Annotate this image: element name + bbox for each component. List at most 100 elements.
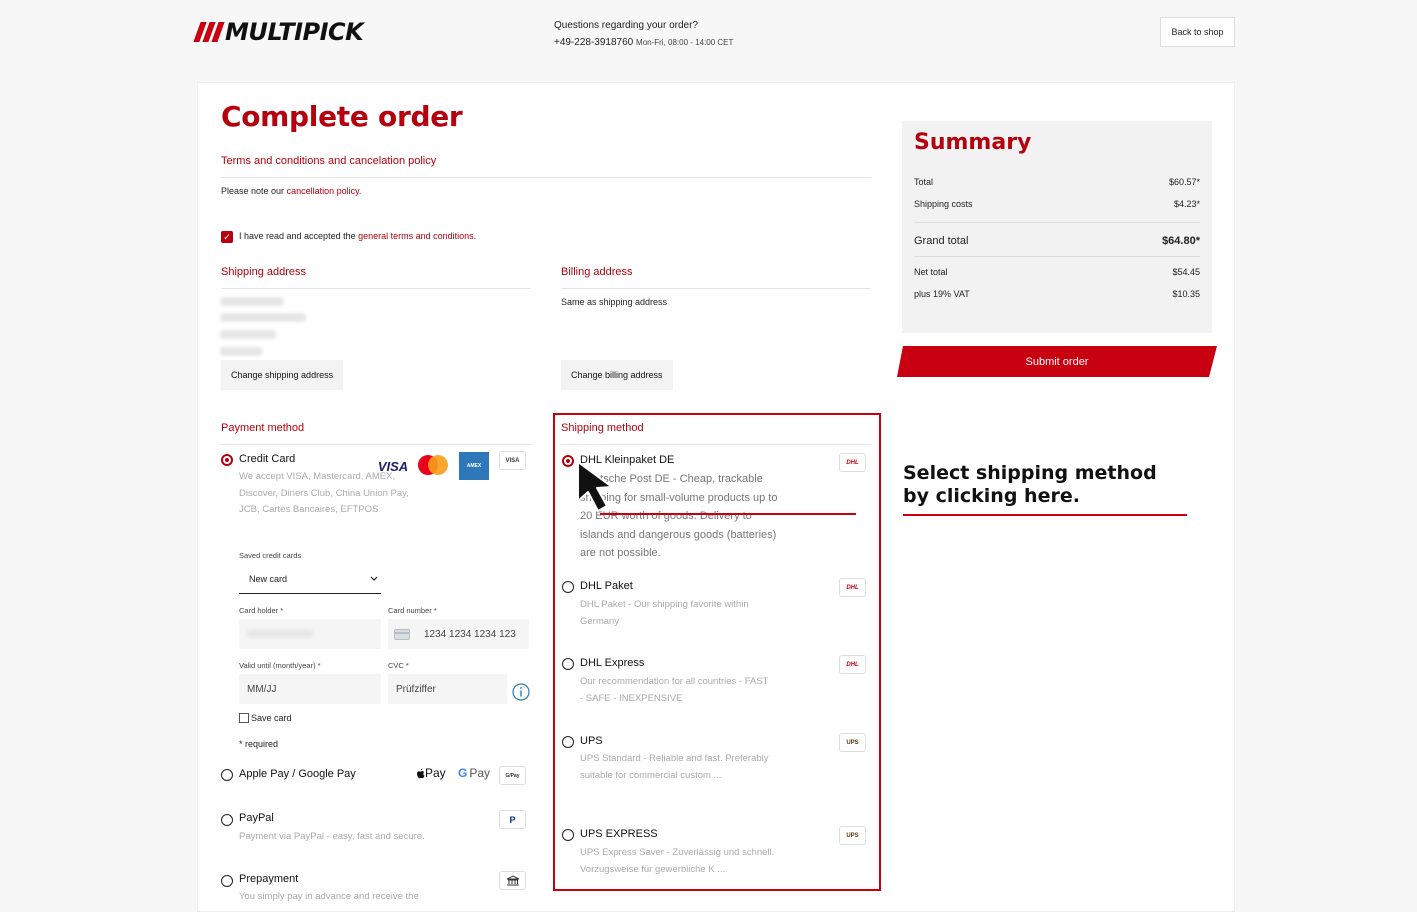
instruction-line-2: by clicking here.	[903, 485, 1080, 507]
amex-icon: AMEX	[459, 452, 489, 480]
instruction-line-1: Select shipping method	[903, 462, 1157, 484]
valid-until-placeholder: MM/JJ	[247, 683, 277, 695]
prepayment-radio[interactable]	[221, 875, 233, 887]
instruction-callout: Select shipping method by clicking here.	[903, 462, 1157, 508]
save-card-checkbox[interactable]	[239, 713, 249, 723]
billing-address-heading: Billing address	[561, 266, 633, 278]
summary-net-value: $54.45	[1172, 267, 1200, 277]
card-holder-label: Card holder *	[239, 606, 284, 615]
summary-net-row: Net total $54.45	[914, 267, 1200, 277]
mastercard-icon	[416, 452, 450, 478]
mouse-cursor-icon	[577, 461, 613, 512]
divider	[914, 256, 1200, 257]
contact-phone[interactable]: +49-228-3918760	[554, 37, 633, 48]
card-icon	[394, 628, 410, 640]
terms-checkbox[interactable]: ✓	[221, 231, 233, 243]
cancellation-note: Please note our cancellation policy.	[221, 186, 361, 196]
redacted-address-line	[220, 347, 262, 356]
required-note: * required	[239, 739, 279, 749]
apple-pay-text: Pay	[425, 766, 446, 780]
submit-order-button[interactable]: Submit order	[897, 346, 1217, 377]
cvc-placeholder: Prüfziffer	[396, 683, 436, 695]
credit-card-label[interactable]: Credit Card	[239, 453, 295, 465]
summary-shipping-row: Shipping costs $4.23*	[914, 199, 1200, 209]
top-bar: MULTIPICK Questions regarding your order…	[0, 0, 1417, 80]
terms-heading: Terms and conditions and cancelation pol…	[221, 155, 437, 167]
divider	[221, 444, 531, 445]
divider	[561, 288, 871, 289]
paypal-label[interactable]: PayPal	[239, 812, 274, 824]
terms-accept-text: I have read and accepted the	[239, 231, 356, 241]
redacted-address-line	[220, 297, 284, 306]
logo-text: MULTIPICK	[225, 18, 364, 46]
wallet-radio[interactable]	[221, 769, 233, 781]
divider	[914, 222, 1200, 223]
change-shipping-address-button[interactable]: Change shipping address	[221, 360, 344, 390]
summary-vat-value: $10.35	[1172, 289, 1200, 299]
cancellation-policy-link[interactable]: cancellation policy.	[287, 186, 362, 196]
info-icon[interactable]	[512, 683, 530, 701]
google-pay-text: Pay	[469, 766, 491, 780]
change-billing-address-button[interactable]: Change billing address	[561, 360, 673, 390]
payment-method-heading: Payment method	[221, 422, 305, 434]
cvc-input[interactable]: Prüfziffer	[388, 674, 507, 704]
paypal-icon: P	[499, 810, 526, 829]
wallet-badge-icon: G/Pay	[499, 766, 526, 785]
contact-info: Questions regarding your order? +49-228-…	[554, 17, 733, 51]
contact-question: Questions regarding your order?	[554, 20, 698, 31]
paypal-description: Payment via PayPal - easy, fast and secu…	[239, 831, 425, 842]
redacted-address-line	[220, 313, 306, 322]
apple-icon	[417, 768, 425, 778]
saved-cards-select[interactable]: New card	[239, 564, 381, 594]
shipping-address-heading: Shipping address	[221, 266, 307, 278]
multipick-logo[interactable]: MULTIPICK	[193, 18, 364, 46]
wallet-label[interactable]: Apple Pay / Google Pay	[239, 768, 356, 780]
visa-badge-icon: VISA	[499, 451, 526, 470]
logo-stripes-icon	[193, 22, 225, 42]
prepayment-description: You simply pay in advance and receive th…	[239, 891, 419, 902]
prepayment-label[interactable]: Prepayment	[239, 873, 298, 885]
cvc-label: CVC *	[388, 661, 409, 670]
billing-address-text: Same as shipping address	[561, 297, 668, 307]
summary-grand-total-value: $64.80*	[1162, 235, 1200, 247]
callout-underline	[903, 514, 1187, 516]
contact-hours: Mon-Fri, 08:00 - 14:00 CET	[636, 38, 734, 47]
card-number-placeholder: 1234 1234 1234 123	[424, 628, 516, 640]
saved-cards-value: New card	[249, 573, 288, 584]
summary-total-row: Total $60.57*	[914, 177, 1200, 187]
google-pay-logo: G Pay	[458, 766, 490, 780]
credit-card-description: We accept VISA, Mastercard, AMEX, Discov…	[239, 471, 409, 515]
summary-total-label: Total	[914, 177, 934, 187]
summary-heading: Summary	[914, 130, 1032, 155]
general-terms-link[interactable]: general terms and conditions.	[358, 231, 476, 241]
paypal-radio[interactable]	[221, 814, 233, 826]
terms-accept-label: I have read and accepted the general ter…	[239, 231, 476, 241]
chevron-down-icon	[370, 576, 378, 581]
back-to-shop-button[interactable]: Back to shop	[1160, 17, 1235, 47]
save-card-option[interactable]: Save card	[239, 713, 292, 723]
bank-icon	[506, 875, 519, 886]
divider	[221, 177, 871, 178]
cancellation-note-text: Please note our	[221, 186, 285, 196]
summary-shipping-label: Shipping costs	[914, 199, 973, 209]
redacted-card-holder	[247, 630, 313, 638]
divider	[221, 288, 531, 289]
credit-card-radio[interactable]	[221, 454, 233, 466]
google-g-icon: G	[458, 766, 468, 780]
pointer-underline	[600, 513, 856, 515]
apple-pay-logo: Pay	[416, 766, 446, 780]
summary-net-label: Net total	[914, 267, 948, 277]
summary-shipping-value: $4.23*	[1173, 199, 1200, 209]
card-holder-input[interactable]	[239, 619, 381, 649]
summary-grand-total-row: Grand total $64.80*	[914, 235, 1200, 247]
summary-vat-row: plus 19% VAT $10.35	[914, 289, 1200, 299]
redacted-address-line	[220, 330, 276, 339]
valid-until-label: Valid until (month/year) *	[239, 661, 321, 670]
page-title: Complete order	[221, 100, 463, 133]
valid-until-input[interactable]: MM/JJ	[239, 674, 381, 704]
saved-cards-label: Saved credit cards	[239, 551, 302, 560]
summary-total-value: $60.57*	[1168, 177, 1200, 187]
card-number-input[interactable]: 1234 1234 1234 123	[388, 619, 529, 649]
summary-grand-total-label: Grand total	[914, 235, 969, 247]
bank-transfer-icon	[499, 871, 526, 890]
